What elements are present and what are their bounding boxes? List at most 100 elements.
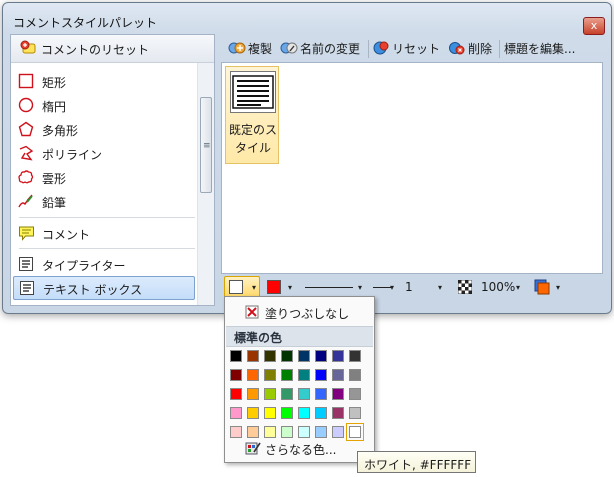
color-swatch[interactable] <box>230 407 242 419</box>
fill-color-popup: 塗りつぶしなし 標準の色 さらなる色... <box>224 296 375 463</box>
text-color-icon <box>534 279 550 298</box>
line-style-sample <box>305 287 353 288</box>
duplicate-label: 複製 <box>248 42 273 56</box>
list-item-rectangle[interactable]: 矩形 <box>13 70 193 92</box>
palette-icon <box>245 441 261 458</box>
list-item-cloud[interactable]: 雲形 <box>13 166 193 188</box>
standard-colors-label: 標準の色 <box>234 331 283 345</box>
style-toolbar: 複製 名前の変更 リセット 削除 標題を編集... <box>220 34 602 62</box>
list-item-comment[interactable]: コメント <box>13 222 193 244</box>
vertical-scrollbar[interactable]: ≡ <box>197 63 214 305</box>
color-swatch[interactable] <box>298 388 310 400</box>
rename-icon <box>280 40 298 59</box>
list-item-label: ポリライン <box>42 148 103 162</box>
fill-color-swatch <box>229 280 243 294</box>
stroke-color-dropdown[interactable]: ▾ <box>262 276 296 298</box>
list-item-ellipse[interactable]: 楕円 <box>13 94 193 116</box>
color-swatch[interactable] <box>332 407 344 419</box>
color-swatch[interactable] <box>315 350 327 362</box>
color-swatch[interactable] <box>298 350 310 362</box>
color-swatch[interactable] <box>315 388 327 400</box>
rectangle-icon <box>18 73 34 92</box>
fill-color-dropdown[interactable]: ▾ <box>224 276 260 298</box>
list-item-polyline[interactable]: ポリライン <box>13 142 193 164</box>
color-swatch[interactable] <box>332 369 344 381</box>
color-swatch[interactable] <box>247 350 259 362</box>
edit-title-button[interactable]: 標題を編集... <box>484 38 584 58</box>
comment-type-list: コメントのリセット 矩形 楕円 多角形 ポリライン 雲形 鉛筆 コメント タイプ… <box>10 34 215 306</box>
grip-icon: ≡ <box>203 141 211 151</box>
list-item-polygon[interactable]: 多角形 <box>13 118 193 140</box>
polygon-icon <box>18 121 34 140</box>
default-style-tile[interactable]: 既定のス タイル <box>225 66 279 164</box>
comment-icon <box>18 225 35 244</box>
list-item-typewriter[interactable]: タイプライター <box>13 253 193 275</box>
opacity-dropdown[interactable]: 100% ▾ <box>476 276 524 298</box>
line-style-dropdown[interactable]: ▾ <box>300 276 366 298</box>
text-color-dropdown[interactable]: ▾ <box>530 276 564 298</box>
reset-icon <box>372 40 390 59</box>
cloud-icon <box>18 169 34 188</box>
chevron-down-icon: ▾ <box>357 283 362 292</box>
list-item-label: 雲形 <box>42 172 67 186</box>
color-swatch[interactable] <box>349 388 361 400</box>
color-swatch[interactable] <box>349 407 361 419</box>
ellipse-icon <box>18 97 34 116</box>
color-swatch[interactable] <box>264 388 276 400</box>
chevron-down-icon: ▾ <box>389 283 394 292</box>
chevron-down-icon: ▾ <box>251 283 256 292</box>
style-tile-label: 既定のス タイル <box>228 123 277 155</box>
color-swatch[interactable] <box>298 369 310 381</box>
line-end-sample <box>373 287 391 288</box>
color-swatch[interactable] <box>315 407 327 419</box>
color-swatch[interactable] <box>230 369 242 381</box>
rename-button[interactable]: 名前の変更 <box>280 38 366 58</box>
no-fill-menu-item[interactable]: 塗りつぶしなし <box>227 301 372 323</box>
color-swatch[interactable] <box>281 350 293 362</box>
list-item-label: テキスト ボックス <box>43 283 143 297</box>
color-swatch[interactable] <box>230 350 242 362</box>
duplicate-button[interactable]: 複製 <box>228 38 278 58</box>
reset-button[interactable]: リセット <box>372 38 442 58</box>
color-swatch[interactable] <box>298 407 310 419</box>
line-end-dropdown[interactable]: ▾ <box>368 276 398 298</box>
reset-comments-icon <box>20 40 38 60</box>
no-fill-label: 塗りつぶしなし <box>265 307 350 321</box>
chevron-down-icon: ▾ <box>287 283 292 292</box>
color-swatch[interactable] <box>264 350 276 362</box>
more-colors-label: さらなる色... <box>265 443 337 457</box>
color-swatch[interactable] <box>264 369 276 381</box>
color-swatch[interactable] <box>281 388 293 400</box>
line-width-value: 1 <box>405 280 413 294</box>
list-item-pencil[interactable]: 鉛筆 <box>13 190 193 212</box>
color-swatch[interactable] <box>247 369 259 381</box>
list-separator <box>19 248 195 249</box>
close-button[interactable]: x <box>583 17 605 35</box>
color-swatch[interactable] <box>332 388 344 400</box>
reset-comments-button[interactable]: コメントのリセット <box>11 35 214 63</box>
more-colors-menu-item[interactable]: さらなる色... <box>227 437 372 459</box>
chevron-down-icon: ▾ <box>555 283 560 292</box>
color-swatch[interactable] <box>315 369 327 381</box>
line-width-dropdown[interactable]: 1 ▾ <box>400 276 446 298</box>
color-swatch[interactable] <box>247 407 259 419</box>
list-item-label: 矩形 <box>42 76 67 90</box>
color-swatch[interactable] <box>332 350 344 362</box>
color-swatch[interactable] <box>349 369 361 381</box>
polyline-icon <box>18 145 34 164</box>
color-swatch[interactable] <box>230 388 242 400</box>
color-swatch[interactable] <box>281 369 293 381</box>
color-swatch[interactable] <box>264 407 276 419</box>
list-item-label: タイプライター <box>42 259 126 273</box>
toolbar-separator <box>368 40 369 58</box>
list-separator <box>19 217 195 218</box>
color-swatch[interactable] <box>281 407 293 419</box>
title-bar[interactable]: コメントスタイルパレット x <box>3 3 611 37</box>
scrollbar-thumb[interactable]: ≡ <box>200 97 212 193</box>
style-preview-thumbnail <box>230 71 276 113</box>
textbox-icon <box>19 280 35 299</box>
color-swatch[interactable] <box>349 350 361 362</box>
list-item-textbox[interactable]: テキスト ボックス <box>13 276 195 300</box>
pencil-icon <box>18 193 34 212</box>
color-swatch[interactable] <box>247 388 259 400</box>
